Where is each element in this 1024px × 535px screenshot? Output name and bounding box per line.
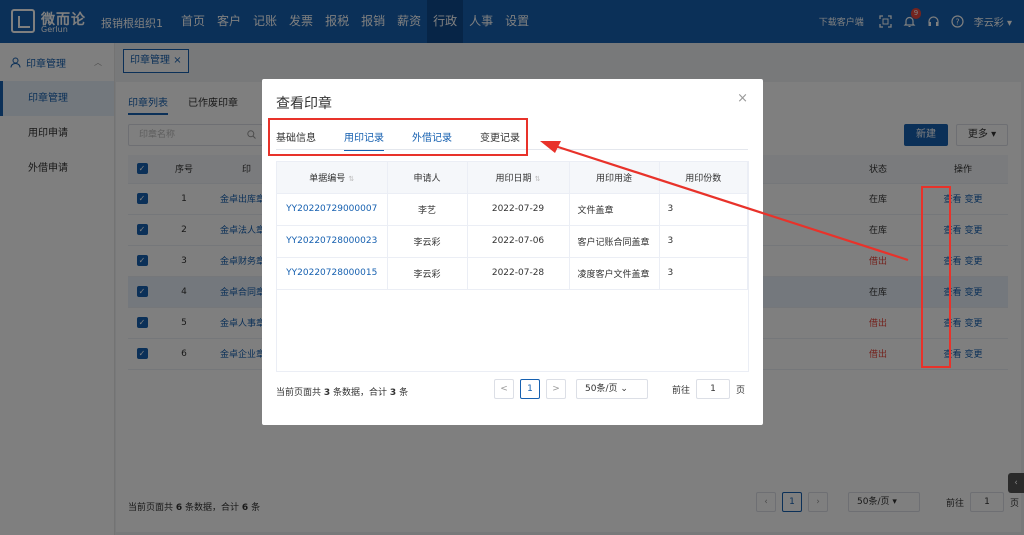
annotation-arrow [540,141,909,262]
